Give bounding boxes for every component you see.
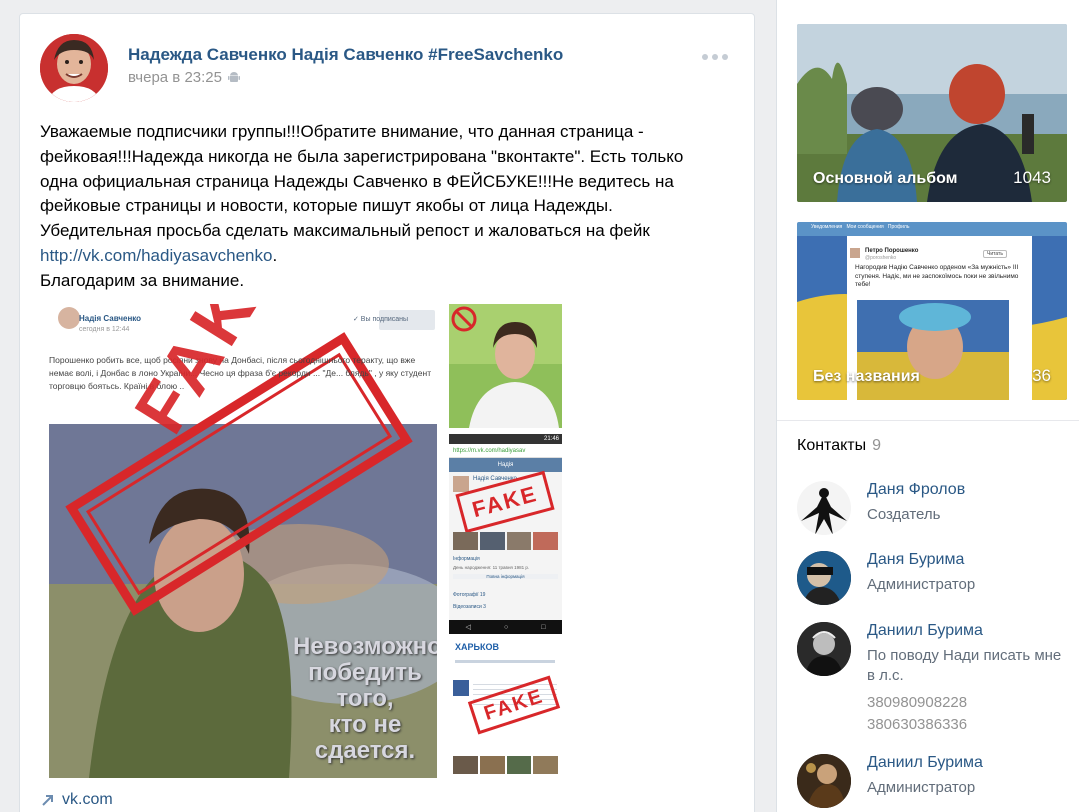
- post-link-suffix: .: [272, 245, 278, 265]
- post-link[interactable]: http://vk.com/hadiyasavchenko: [40, 246, 272, 265]
- phone-videos: Відеозаписи 3: [453, 604, 486, 610]
- twitter-menu-item: Мои сообщения: [846, 224, 884, 230]
- contact-phone: 380630386336: [867, 716, 968, 733]
- album-main[interactable]: Основной альбом 1043: [797, 24, 1067, 202]
- tweet-follow: Читать: [983, 250, 1007, 258]
- post-text-line: Убедительная просьба сделать максимальны…: [40, 221, 650, 241]
- poster-caption: Невозможно победить того, кто не сдается…: [293, 634, 437, 764]
- contact-avatar[interactable]: [797, 754, 851, 808]
- phone-more-info: Повна інформація: [453, 574, 558, 579]
- phone-url-bar: https://m.vk.com/hadiyasav: [449, 444, 562, 458]
- news-thumb: [453, 680, 469, 696]
- post-closing: Благодарим за внимание.: [40, 270, 245, 290]
- contact-avatar[interactable]: [797, 622, 851, 676]
- contact-item: Даня Фролов Создатель: [797, 481, 1067, 541]
- post-timestamp[interactable]: вчера в 23:25: [128, 69, 240, 86]
- contact-avatar[interactable]: [797, 551, 851, 605]
- poster-caption-line: сдается.: [314, 737, 416, 764]
- twitter-menu: Уведомления Мои сообщения Профиль: [811, 224, 909, 230]
- avatar-photo: [797, 481, 851, 535]
- album-title: Без названия: [813, 368, 920, 385]
- phone-nav-bar: ◁ ○ □: [449, 620, 562, 634]
- avatar-photo: [797, 754, 851, 808]
- album-title: Основной альбом: [813, 170, 958, 187]
- phone-birth: День народження: 11 травня 1981 р.: [453, 565, 530, 570]
- contact-item: Даниил Бурима Администратор: [797, 754, 1067, 812]
- contacts-count: 9: [872, 437, 882, 454]
- wall-post: Надежда Савченко Надія Савченко #FreeSav…: [19, 13, 755, 812]
- contacts-label: Контакты: [797, 437, 867, 454]
- contact-role: По поводу Нади писать мне в л.с.: [867, 647, 1062, 684]
- android-icon: [227, 72, 240, 82]
- phone-profile-avatar: [453, 476, 469, 492]
- contact-name[interactable]: Даня Фролов: [867, 481, 965, 499]
- home-icon: ○: [503, 623, 509, 631]
- fake-subscribed-button: ✓ Вы подписаны: [353, 316, 409, 323]
- post-link-line: http://vk.com/hadiyasavchenko.: [40, 244, 730, 269]
- twitter-menu-item: Уведомления: [811, 224, 843, 230]
- tweet-handle: @poroshenko: [865, 255, 897, 261]
- contact-phone: 380980908228: [867, 694, 968, 711]
- post-text-line: Уважаемые подписчики группы!!!Обратите в…: [40, 122, 644, 141]
- avatar-photo: [797, 551, 851, 605]
- share-arrow-icon: [42, 795, 53, 806]
- source-link[interactable]: vk.com: [42, 791, 113, 809]
- attached-photo-portrait[interactable]: [449, 304, 562, 428]
- right-sidebar: Основной альбом 1043 Уведомления Мои соо…: [776, 0, 1079, 812]
- post-actions-menu[interactable]: [702, 54, 728, 60]
- attached-photo-news-screenshot[interactable]: ХАРЬКОВ FAKE: [449, 636, 562, 778]
- avatar-photo: [40, 34, 108, 102]
- tweet-author: Петро Порошенко: [865, 248, 919, 254]
- poster-caption-line: того,: [336, 685, 394, 712]
- portrait-photo: [449, 304, 562, 428]
- back-icon: ◁: [465, 624, 471, 631]
- album-untitled[interactable]: Уведомления Мои сообщения Профиль Петро …: [797, 222, 1067, 400]
- news-site-name: ХАРЬКОВ: [455, 642, 499, 652]
- dot: [702, 54, 708, 60]
- news-nav-line: [455, 660, 555, 663]
- sidebar-divider: [777, 420, 1079, 421]
- phone-tab: Надія: [449, 458, 562, 472]
- fake-header-name: Надія Савченко: [79, 314, 142, 323]
- avatar-photo: [797, 622, 851, 676]
- poster-caption-line: кто не: [328, 711, 402, 738]
- phone-fake-stamp: FAKE: [455, 470, 555, 534]
- post-time-text: вчера в 23:25: [128, 69, 222, 86]
- poster-caption-line: победить: [308, 659, 422, 686]
- contacts-header[interactable]: Контакты 9: [797, 437, 881, 455]
- news-photo-strip: [453, 756, 558, 774]
- source-link-text: vk.com: [62, 791, 113, 808]
- phone-photo-strip: [453, 532, 558, 550]
- phone-info-label: Інформація: [453, 556, 480, 562]
- post-author-name[interactable]: Надежда Савченко Надія Савченко #FreeSav…: [128, 45, 563, 65]
- contact-role: Создатель: [867, 506, 941, 523]
- phone-status-bar: 21:46: [449, 434, 562, 444]
- attached-photo-fake-screenshot[interactable]: Надія Савченко сегодня в 12:44 ✓ Вы подп…: [49, 304, 437, 778]
- recent-icon: □: [541, 623, 546, 631]
- contact-name[interactable]: Даниил Бурима: [867, 754, 983, 772]
- contact-name[interactable]: Даня Бурима: [867, 551, 964, 569]
- poster-caption-line: Невозможно: [293, 633, 437, 660]
- post-text-line: одна официальная страница Надежды Савчен…: [40, 171, 674, 191]
- contact-item: Даня Бурима Администратор: [797, 551, 1067, 611]
- contact-role: Администратор: [867, 576, 976, 593]
- tweet-text: Нагородив Надію Савченко орденом «За муж…: [855, 264, 1019, 288]
- author-avatar[interactable]: [40, 34, 108, 102]
- contact-name[interactable]: Даниил Бурима: [867, 622, 983, 640]
- contact-item: Даниил Бурима По поводу Нади писать мне …: [797, 622, 1067, 742]
- post-text-line: фейковые страницы и новости, которые пиш…: [40, 196, 613, 216]
- contact-avatar[interactable]: [797, 481, 851, 535]
- dot: [722, 54, 728, 60]
- fake-header-time: сегодня в 12:44: [79, 326, 130, 333]
- phone-photos: Фотографії 19: [453, 592, 486, 598]
- album-count: 36: [1032, 366, 1051, 385]
- post-text: Уважаемые подписчики группы!!!Обратите в…: [40, 120, 730, 294]
- twitter-menu-item: Профиль: [887, 224, 910, 230]
- contact-role: Администратор: [867, 779, 976, 796]
- album-count: 1043: [1013, 168, 1051, 187]
- dot: [712, 54, 718, 60]
- post-text-line: фейковая!!!Надежда никогда не была зарег…: [40, 146, 684, 166]
- attached-photo-mobile-screenshot[interactable]: 21:46 https://m.vk.com/hadiyasav Надія Н…: [449, 434, 562, 634]
